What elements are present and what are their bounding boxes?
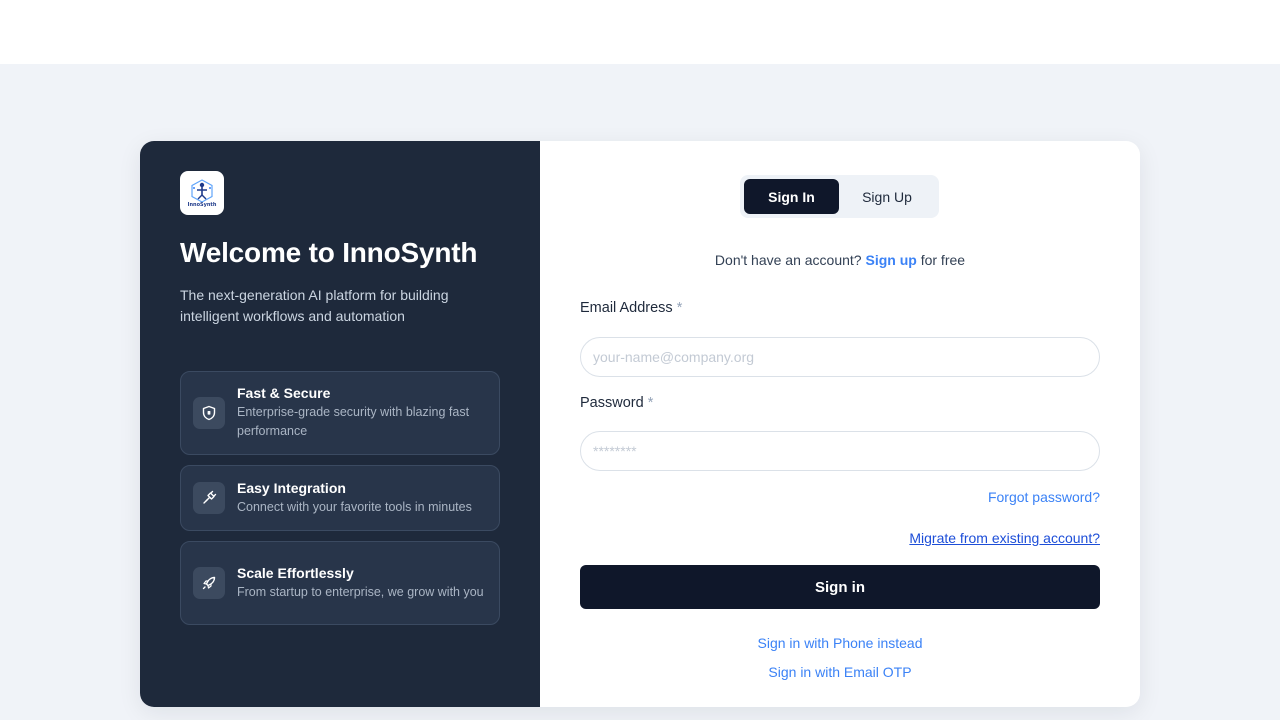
sign-in-button[interactable]: Sign in (580, 565, 1100, 609)
account-prompt-suffix: for free (920, 252, 966, 268)
feature-description: From startup to enterprise, we grow with… (237, 584, 484, 599)
account-prompt-text: Don't have an account? (714, 252, 862, 268)
feature-card-fast-secure: Fast & Secure Enterprise-grade security … (180, 371, 500, 455)
tab-sign-up[interactable]: Sign Up (839, 179, 935, 214)
email-label-text: Email Address (580, 300, 673, 316)
email-field[interactable] (580, 337, 1100, 377)
welcome-subtitle: The next-generation AI platform for buil… (180, 287, 449, 324)
feature-description: Enterprise-grade security with blazing f… (237, 405, 470, 438)
feature-card-easy-integration: Easy Integration Connect with your favor… (180, 465, 500, 531)
feature-title: Scale Effortlessly (237, 564, 354, 581)
password-label: Password * (580, 395, 653, 411)
migrate-account-link[interactable]: Migrate from existing account? (909, 530, 1100, 546)
top-bar (0, 0, 1280, 64)
auth-card: InnoSynth Welcome to InnoSynth The next-… (140, 141, 1140, 707)
welcome-panel: InnoSynth Welcome to InnoSynth The next-… (140, 141, 540, 707)
feature-card-scale: Scale Effortlessly From startup to enter… (180, 541, 500, 625)
logo-graphic-icon (191, 179, 213, 203)
feature-title: Fast & Secure (237, 385, 331, 401)
rocket-icon (193, 567, 225, 599)
required-marker: * (676, 300, 683, 316)
auth-form-panel: Sign In Sign Up Don't have an account? S… (540, 141, 1140, 707)
logo-text: InnoSynth (187, 202, 217, 208)
phone-sign-in-link[interactable]: Sign in with Phone instead (540, 635, 1140, 651)
feature-list: Fast & Secure Enterprise-grade security … (180, 371, 500, 635)
forgot-password-link[interactable]: Forgot password? (988, 489, 1100, 505)
account-prompt: Don't have an account? Sign up for free (540, 252, 1140, 268)
required-marker: * (647, 395, 654, 411)
email-label: Email Address * (580, 300, 682, 316)
tab-sign-in[interactable]: Sign In (744, 179, 839, 214)
password-label-text: Password (580, 395, 644, 411)
feature-title: Easy Integration (237, 479, 346, 496)
plug-icon (193, 482, 225, 514)
email-otp-sign-in-link[interactable]: Sign in with Email OTP (540, 664, 1140, 680)
password-field[interactable] (580, 431, 1100, 471)
welcome-title: Welcome to InnoSynth (180, 237, 478, 268)
auth-mode-toggle: Sign In Sign Up (740, 175, 939, 218)
feature-description: Connect with your favorite tools in minu… (237, 499, 472, 514)
brand-logo: InnoSynth (180, 171, 224, 215)
shield-icon (193, 397, 225, 429)
sign-up-link[interactable]: Sign up (865, 252, 916, 268)
